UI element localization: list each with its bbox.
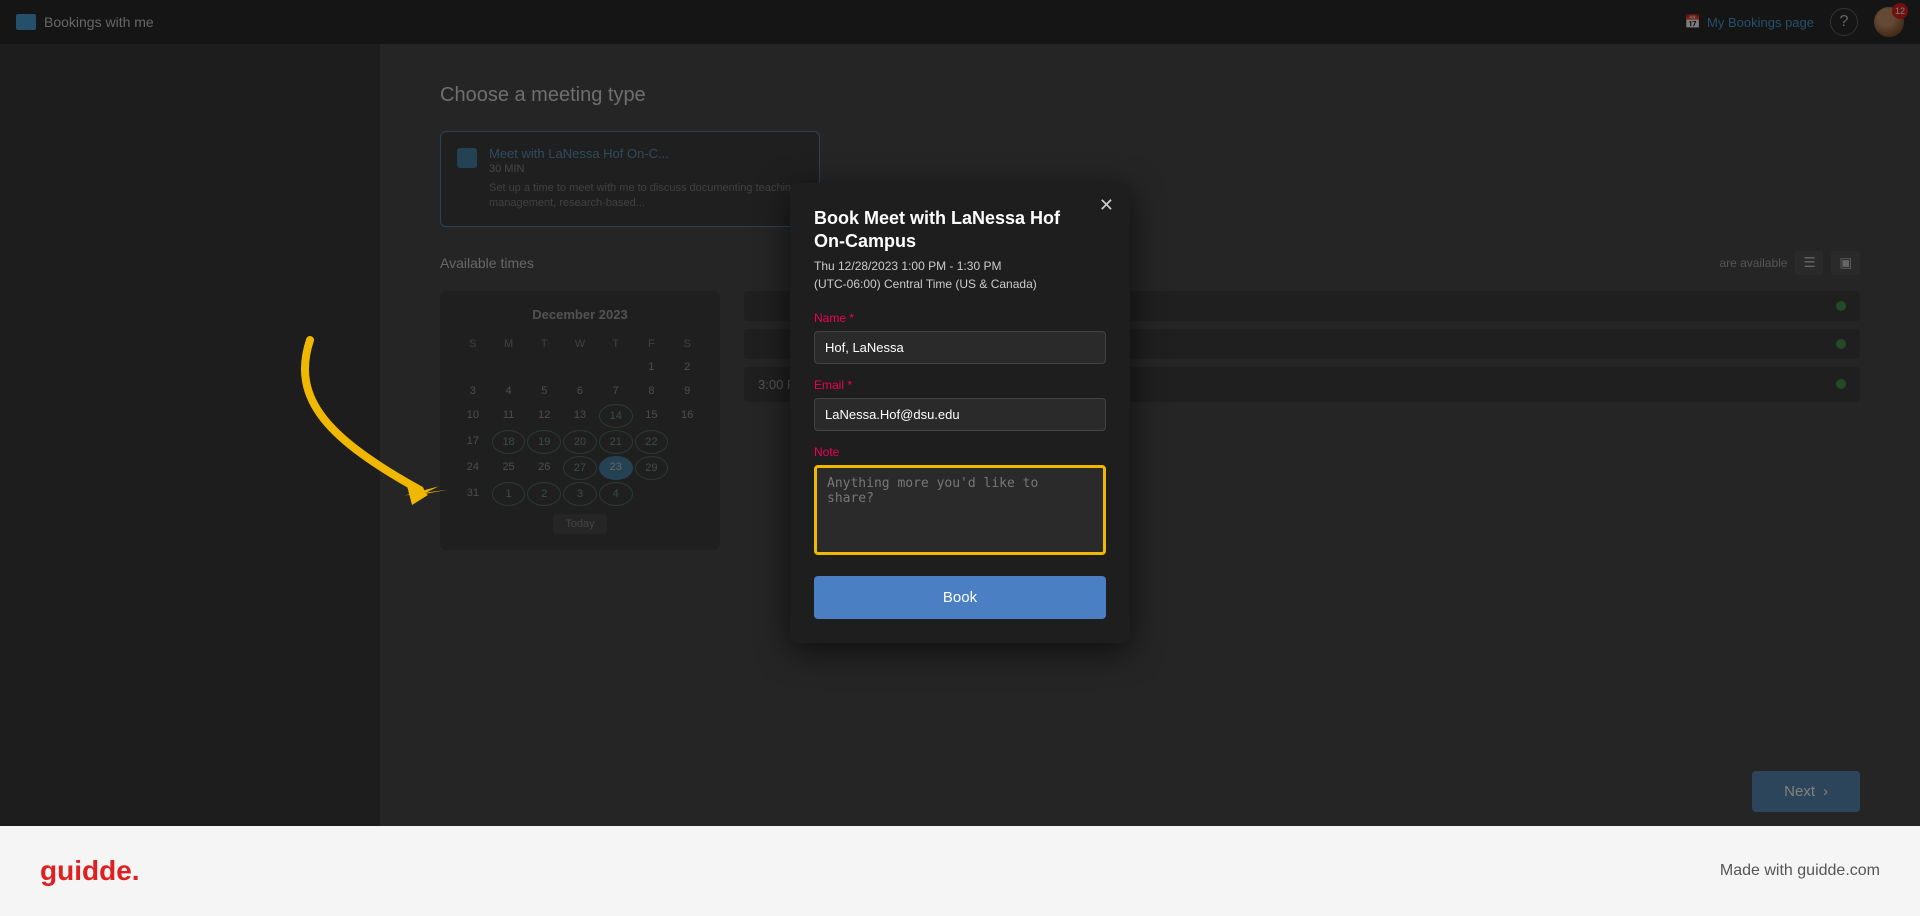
- note-label: Note: [814, 445, 1106, 459]
- booking-modal: ✕ Book Meet with LaNessa Hof On-Campus T…: [790, 183, 1130, 644]
- name-input[interactable]: [814, 331, 1106, 364]
- email-input[interactable]: [814, 398, 1106, 431]
- book-button[interactable]: Book: [814, 576, 1106, 619]
- name-label: Name *: [814, 311, 1106, 325]
- arrow-annotation: [250, 320, 510, 525]
- arrow-svg: [250, 320, 510, 520]
- guidde-logo: guidde.: [40, 855, 140, 887]
- bottom-bar: guidde. Made with guidde.com: [0, 826, 1920, 916]
- note-textarea[interactable]: [814, 465, 1106, 555]
- modal-datetime: Thu 12/28/2023 1:00 PM - 1:30 PM: [814, 259, 1106, 273]
- modal-close-button[interactable]: ✕: [1099, 195, 1114, 216]
- modal-title: Book Meet with LaNessa Hof On-Campus: [814, 207, 1106, 254]
- modal-overlay: ✕ Book Meet with LaNessa Hof On-Campus T…: [0, 0, 1920, 826]
- email-label: Email *: [814, 378, 1106, 392]
- modal-timezone: (UTC-06:00) Central Time (US & Canada): [814, 277, 1106, 291]
- made-with-text: Made with guidde.com: [1720, 862, 1880, 880]
- logo-text: guidde.: [40, 855, 140, 886]
